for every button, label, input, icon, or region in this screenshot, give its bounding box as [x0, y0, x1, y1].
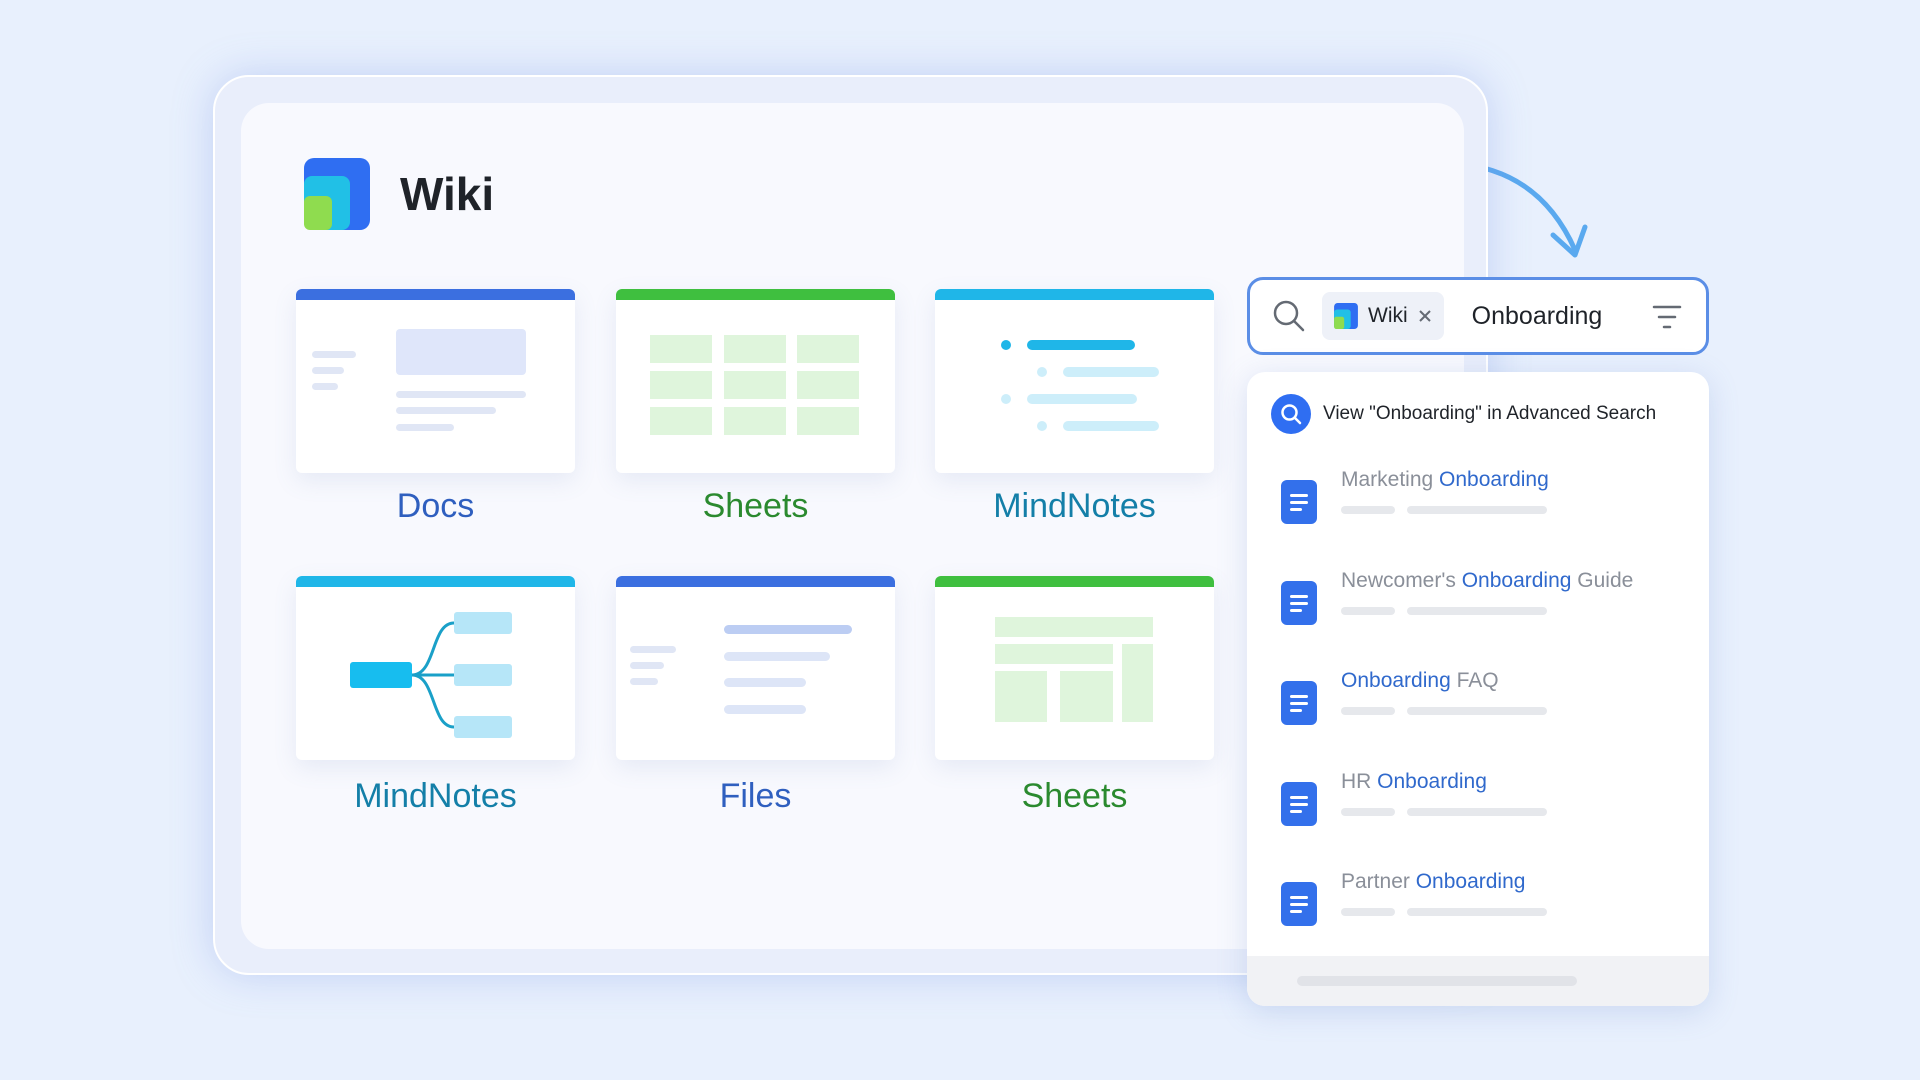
sheets-label[interactable]: Sheets	[616, 487, 895, 526]
doc-icon	[1281, 782, 1317, 826]
wiki-logo-icon	[1334, 303, 1358, 329]
result-snippet-placeholder	[1407, 607, 1547, 615]
sheets-layout-preview-icon	[995, 617, 1153, 722]
mindnotes-label[interactable]: MindNotes	[296, 777, 575, 816]
advanced-search-link[interactable]: View "Onboarding" in Advanced Search	[1271, 394, 1656, 434]
card-topbar	[935, 576, 1214, 587]
sheets-card[interactable]	[616, 289, 895, 473]
mindnotes-card[interactable]	[935, 289, 1214, 473]
sheets-preview-icon	[650, 335, 859, 435]
result-snippet-placeholder	[1407, 506, 1547, 514]
mindnotes-label[interactable]: MindNotes	[935, 487, 1214, 526]
close-icon[interactable]	[1418, 309, 1432, 323]
result-item[interactable]: Marketing Onboarding	[1281, 468, 1681, 548]
search-results-dropdown: View "Onboarding" in Advanced Search Mar…	[1247, 372, 1709, 1006]
result-snippet-placeholder	[1341, 707, 1395, 715]
result-snippet-placeholder	[1341, 908, 1395, 916]
filter-icon[interactable]	[1652, 304, 1682, 330]
results-footer	[1247, 956, 1709, 1006]
files-card[interactable]	[616, 576, 895, 760]
footer-placeholder	[1297, 976, 1577, 986]
search-icon[interactable]	[1272, 299, 1306, 333]
files-label[interactable]: Files	[616, 777, 895, 816]
advanced-search-label: View "Onboarding" in Advanced Search	[1323, 403, 1657, 424]
result-item[interactable]: Newcomer's Onboarding Guide	[1281, 569, 1681, 649]
result-snippet-placeholder	[1407, 707, 1547, 715]
wiki-filter-chip[interactable]: Wiki	[1322, 292, 1444, 340]
result-snippet-placeholder	[1407, 808, 1547, 816]
mindnotes-list-preview-icon	[1001, 340, 1159, 431]
mindnotes-map-card[interactable]	[296, 576, 575, 760]
sheets-label[interactable]: Sheets	[935, 777, 1214, 816]
docs-card[interactable]	[296, 289, 575, 473]
result-snippet-placeholder	[1407, 908, 1547, 916]
card-topbar	[296, 289, 575, 300]
mindmap-preview-icon	[350, 612, 512, 738]
chip-label: Wiki	[1368, 304, 1408, 327]
result-title: HR Onboarding	[1341, 770, 1487, 793]
result-title: Newcomer's Onboarding Guide	[1341, 569, 1634, 592]
result-snippet-placeholder	[1341, 506, 1395, 514]
result-snippet-placeholder	[1341, 607, 1395, 615]
search-icon	[1271, 394, 1311, 434]
files-preview-icon	[630, 625, 852, 714]
result-title: Partner Onboarding	[1341, 870, 1526, 893]
docs-label[interactable]: Docs	[296, 487, 575, 526]
doc-icon	[1281, 581, 1317, 625]
doc-icon	[1281, 882, 1317, 926]
result-title: Marketing Onboarding	[1341, 468, 1549, 491]
result-title: Onboarding FAQ	[1341, 669, 1499, 692]
doc-icon	[1281, 681, 1317, 725]
card-topbar	[296, 576, 575, 587]
doc-icon	[1281, 480, 1317, 524]
wiki-header: Wiki	[304, 158, 494, 230]
sheets-card[interactable]	[935, 576, 1214, 760]
card-topbar	[935, 289, 1214, 300]
card-topbar	[616, 576, 895, 587]
wiki-logo-icon	[304, 158, 370, 230]
result-item[interactable]: HR Onboarding	[1281, 770, 1681, 850]
search-box[interactable]: Wiki Onboarding	[1247, 277, 1709, 355]
wiki-title: Wiki	[400, 168, 495, 220]
result-item[interactable]: Partner Onboarding	[1281, 870, 1681, 950]
result-item[interactable]: Onboarding FAQ	[1281, 669, 1681, 749]
docs-preview-icon	[312, 329, 526, 431]
result-snippet-placeholder	[1341, 808, 1395, 816]
search-input[interactable]: Onboarding	[1472, 302, 1603, 331]
card-topbar	[616, 289, 895, 300]
